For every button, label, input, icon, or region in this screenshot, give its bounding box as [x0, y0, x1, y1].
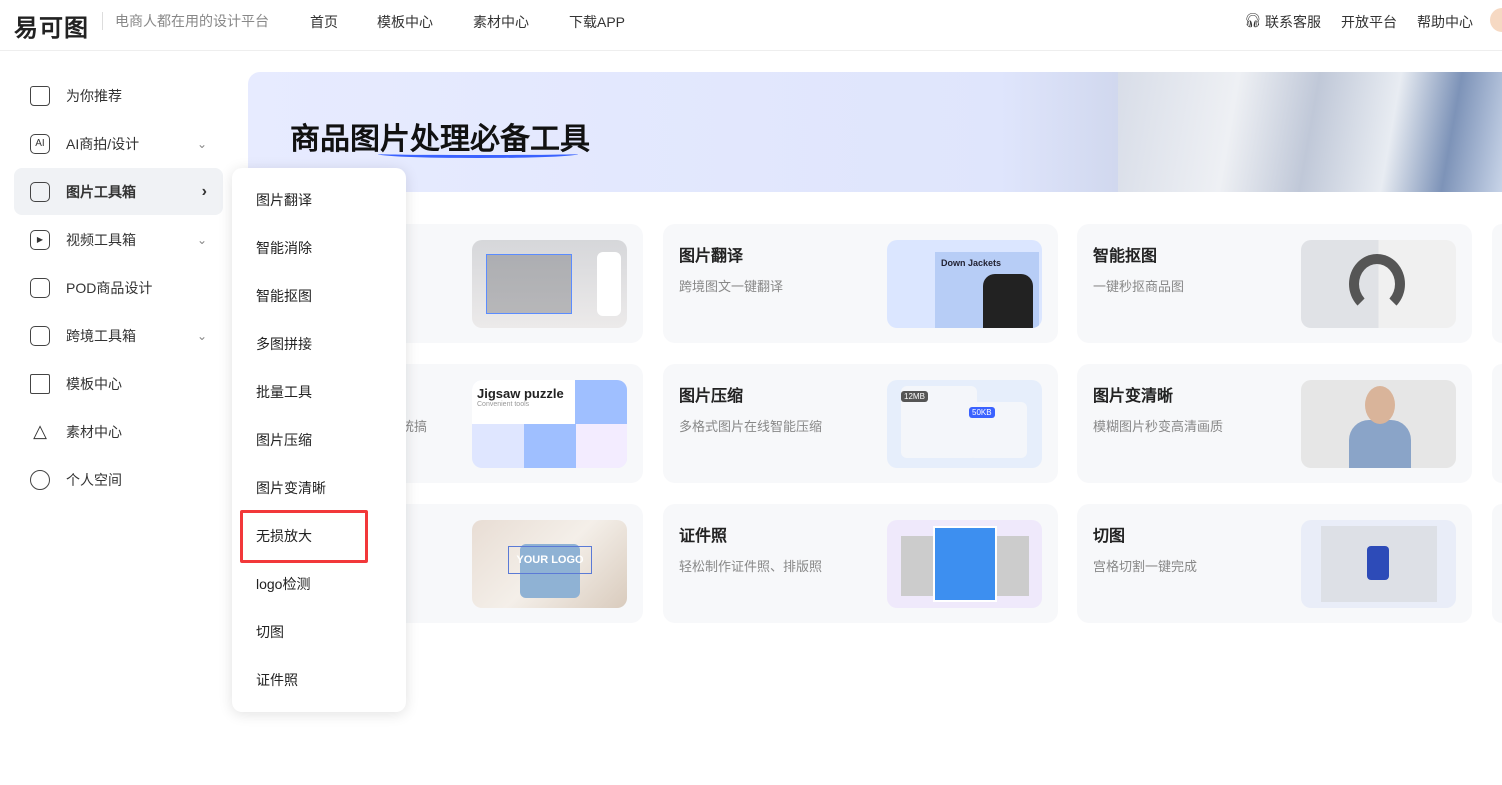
- avatar[interactable]: [1490, 8, 1502, 32]
- nav-download-app[interactable]: 下载APP: [569, 12, 625, 32]
- sidebar-item-image-toolbox[interactable]: 图片工具箱 ›: [14, 168, 223, 215]
- tool-card[interactable]: [1492, 364, 1502, 483]
- sidebar-item-pod[interactable]: POD商品设计: [14, 264, 223, 311]
- card-desc: 多格式图片在线智能压缩: [679, 419, 823, 434]
- card-title: 证件照: [679, 528, 728, 545]
- open-platform-link[interactable]: 开放平台: [1341, 12, 1397, 32]
- card-thumbnail: [472, 240, 627, 328]
- shapes-icon: △: [33, 421, 47, 441]
- banner[interactable]: 商品图片处理必备工具: [248, 72, 1502, 192]
- menu-item-logo-detect[interactable]: logo检测: [256, 574, 310, 594]
- card-thumbnail: [887, 520, 1042, 608]
- tool-card-image-translate[interactable]: 图片翻译跨境图文一键翻译 Down Jackets: [663, 224, 1058, 343]
- sidebar-item-video-toolbox[interactable]: ▶ 视频工具箱 ⌄: [14, 216, 223, 263]
- nav-templates[interactable]: 模板中心: [377, 12, 433, 32]
- card-desc: 宫格切割一键完成: [1093, 559, 1198, 574]
- home-icon: [30, 85, 50, 106]
- card-thumbnail: [1301, 380, 1456, 468]
- card-thumbnail: Jigsaw puzzle Convenient tools: [472, 380, 627, 468]
- card-title: 图片压缩: [679, 388, 744, 405]
- sidebar-item-recommend[interactable]: 为你推荐: [14, 72, 223, 119]
- card-desc: 模糊图片秒变高清画质: [1093, 419, 1224, 434]
- card-thumbnail: 12MB 50KB: [887, 380, 1042, 468]
- chevron-down-icon: ⌄: [196, 136, 207, 151]
- card-title: 智能抠图: [1093, 248, 1158, 265]
- chevron-down-icon: ⌄: [196, 328, 207, 343]
- card-thumbnail: Down Jackets: [887, 240, 1042, 328]
- sidebar-item-label: 个人空间: [66, 471, 122, 488]
- menu-item-compress[interactable]: 图片压缩: [256, 430, 312, 450]
- logo[interactable]: 易可图: [14, 8, 89, 43]
- bag-icon: [30, 277, 50, 298]
- menu-item-smart-erase[interactable]: 智能消除: [256, 238, 312, 258]
- tool-card-image-compress[interactable]: 图片压缩多格式图片在线智能压缩 12MB 50KB: [663, 364, 1058, 483]
- template-icon: [30, 373, 50, 394]
- card-thumbnail: [1301, 520, 1456, 608]
- tool-card-id-photo[interactable]: 证件照轻松制作证件照、排版照: [663, 504, 1058, 623]
- tool-card[interactable]: [1492, 504, 1502, 623]
- chevron-right-icon: ›: [201, 182, 207, 200]
- sidebar-item-materials[interactable]: △ 素材中心: [14, 408, 223, 455]
- menu-item-id-photo[interactable]: 证件照: [256, 670, 298, 690]
- video-icon: ▶: [30, 229, 50, 250]
- nav-materials[interactable]: 素材中心: [473, 12, 529, 32]
- bookmark-icon: [30, 325, 50, 346]
- tool-card-slice[interactable]: 切图宫格切割一键完成: [1077, 504, 1472, 623]
- sidebar-item-label: 跨境工具箱: [66, 327, 136, 344]
- tool-card-smart-cutout[interactable]: 智能抠图一键秒抠商品图: [1077, 224, 1472, 343]
- card-title: 图片翻译: [679, 248, 744, 265]
- sidebar-item-label: 素材中心: [66, 423, 122, 440]
- tool-card[interactable]: [1492, 224, 1502, 343]
- card-title: 切图: [1093, 528, 1126, 545]
- sidebar-item-label: AI商拍/设计: [66, 135, 140, 152]
- sidebar-item-ai[interactable]: AI AI商拍/设计 ⌄: [14, 120, 223, 167]
- card-title: 图片变清晰: [1093, 388, 1174, 405]
- card-desc: 跨境图文一键翻译: [679, 279, 784, 294]
- card-thumbnail: [1301, 240, 1456, 328]
- banner-photos: [1118, 72, 1502, 192]
- menu-item-batch-tools[interactable]: 批量工具: [256, 382, 312, 402]
- contact-support-link[interactable]: 联系客服: [1265, 12, 1321, 32]
- chevron-down-icon: ⌄: [196, 232, 207, 247]
- user-icon: [30, 469, 50, 490]
- menu-item-slice[interactable]: 切图: [256, 622, 284, 642]
- card-thumbnail: YOUR LOGO: [472, 520, 627, 608]
- banner-underline: [378, 150, 578, 158]
- slogan: 电商人都在用的设计平台: [102, 12, 269, 30]
- nav-home[interactable]: 首页: [310, 12, 338, 32]
- sidebar-item-label: 模板中心: [66, 375, 122, 392]
- sidebar-item-label: 视频工具箱: [66, 231, 136, 248]
- image-toolbox-dropdown: 图片翻译 智能消除 智能抠图 多图拼接 批量工具 图片压缩 图片变清晰 无损放大…: [232, 168, 406, 712]
- card-desc: 轻松制作证件照、排版照: [679, 559, 823, 574]
- highlight-box: [240, 510, 368, 563]
- ai-icon: AI: [30, 133, 50, 154]
- toolbox-icon: [30, 181, 50, 202]
- sidebar-item-templates[interactable]: 模板中心: [14, 360, 223, 407]
- headset-icon: 🎧︎: [1244, 12, 1262, 28]
- tool-card-enhance[interactable]: 图片变清晰模糊图片秒变高清画质: [1077, 364, 1472, 483]
- card-desc: 一键秒抠商品图: [1093, 279, 1185, 294]
- sidebar-item-personal-space[interactable]: 个人空间: [14, 456, 223, 503]
- sidebar-item-label: 图片工具箱: [66, 183, 136, 200]
- top-header: 易可图 电商人都在用的设计平台 首页 模板中心 素材中心 下载APP 🎧︎ 联系…: [0, 0, 1502, 51]
- menu-item-image-translate[interactable]: 图片翻译: [256, 190, 312, 210]
- menu-item-collage[interactable]: 多图拼接: [256, 334, 312, 354]
- sidebar-item-label: POD商品设计: [66, 279, 153, 296]
- sidebar-item-crossborder[interactable]: 跨境工具箱 ⌄: [14, 312, 223, 359]
- sidebar-item-label: 为你推荐: [66, 87, 122, 104]
- menu-item-smart-cutout[interactable]: 智能抠图: [256, 286, 312, 306]
- menu-item-enhance[interactable]: 图片变清晰: [256, 478, 326, 498]
- help-center-link[interactable]: 帮助中心: [1417, 12, 1473, 32]
